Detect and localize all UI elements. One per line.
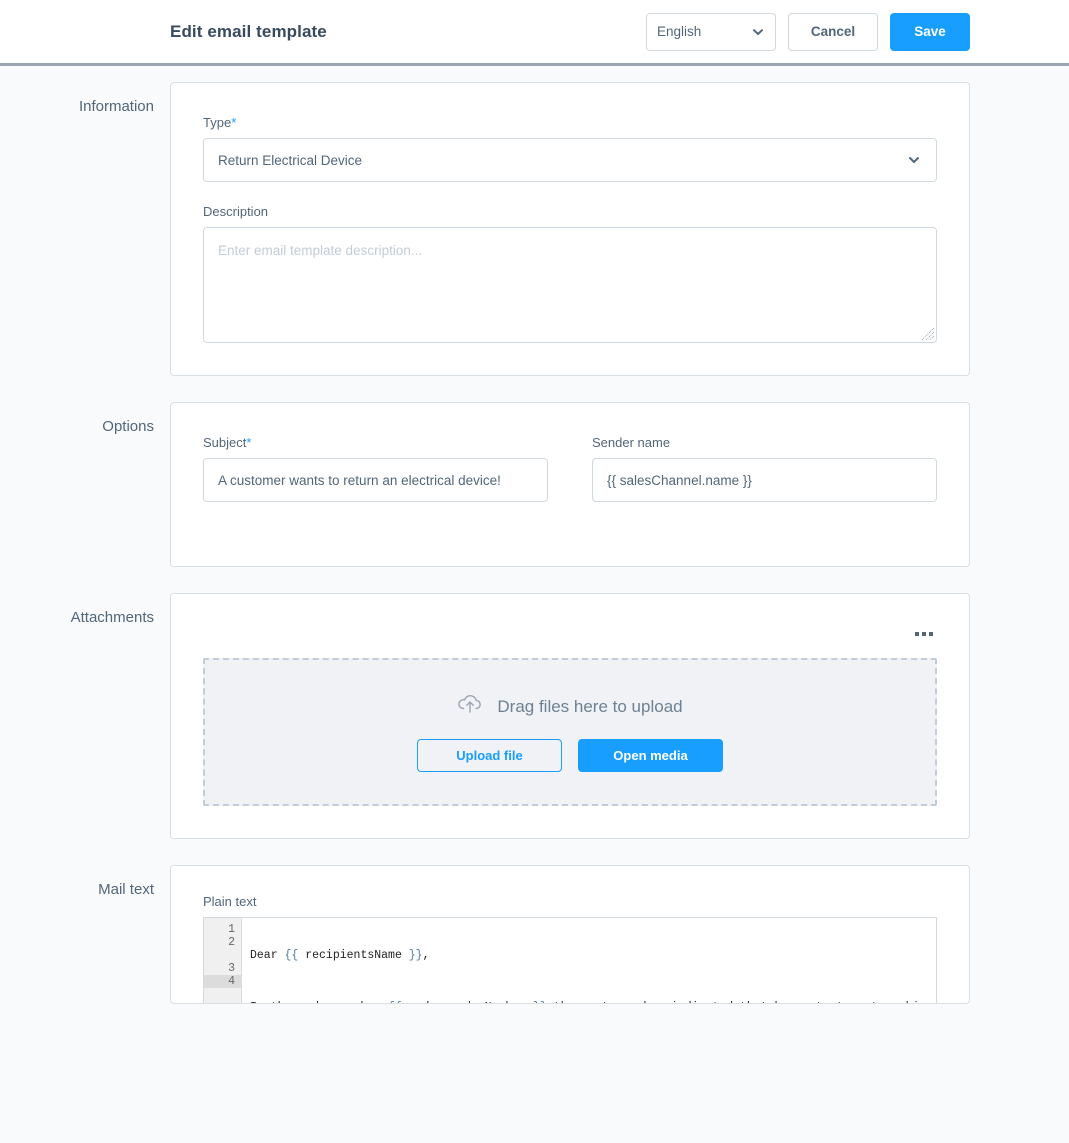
sender-name-input[interactable] (592, 458, 937, 502)
gutter-line-number: 1 (228, 923, 235, 936)
upload-file-button[interactable]: Upload file (417, 739, 562, 772)
type-required-mark: * (231, 115, 237, 130)
mail-text-section-label: Mail text (98, 881, 154, 898)
code-line: In the order number {{ order.orderNumber… (242, 1001, 936, 1003)
type-select-value: Return Electrical Device (218, 152, 363, 168)
type-label: Type* (203, 115, 937, 130)
description-textarea-wrap (203, 227, 937, 343)
gutter-line-number: 2 (228, 936, 235, 949)
save-button[interactable]: Save (890, 12, 970, 51)
editor-gutter: 1 2 3 4 (204, 918, 242, 1003)
sender-name-field: Sender name (592, 435, 937, 502)
information-section: Information Type* Return Electrical Devi… (0, 82, 1069, 376)
code-text: Dear (250, 949, 285, 962)
information-section-label: Information (78, 98, 154, 115)
subject-input[interactable] (203, 458, 548, 502)
dropzone-actions: Upload file Open media (417, 739, 723, 772)
smart-bar: Edit email template English Cancel Save (0, 0, 1069, 66)
attachments-section: Attachments Drag files here to upload Up… (0, 593, 1069, 839)
chevron-down-icon (906, 152, 922, 168)
gutter-line-wrap (204, 949, 241, 962)
language-select[interactable]: English (646, 12, 776, 51)
sender-name-label: Sender name (592, 435, 671, 450)
code-text: In the order number (250, 1001, 388, 1003)
mail-text-section: Mail text Plain text 1 2 3 4 Dear {{ rec… (0, 865, 1069, 1004)
type-select[interactable]: Return Electrical Device (203, 138, 937, 182)
code-line: Dear {{ recipientsName }}, (242, 949, 936, 962)
code-brace-close: }} (408, 949, 423, 962)
description-textarea[interactable] (203, 227, 937, 343)
information-card: Type* Return Electrical Device Descripti… (170, 82, 970, 376)
page-title: Edit email template (170, 21, 327, 41)
gutter-line-number: 4 (204, 975, 241, 988)
type-field: Type* Return Electrical Device (203, 115, 937, 182)
dropzone-message: Drag files here to upload (457, 692, 683, 721)
plain-text-code-editor[interactable]: 1 2 3 4 Dear {{ recipientsName }}, In th… (203, 917, 937, 1003)
code-brace-close: }} (533, 1001, 547, 1003)
ellipsis-horizontal-icon[interactable] (911, 621, 937, 647)
chevron-down-icon (751, 25, 765, 39)
options-section: Options Subject* Sender name (0, 402, 1069, 567)
options-columns: Subject* Sender name (203, 435, 937, 502)
attachments-toolbar (203, 614, 937, 654)
subject-field: Subject* (203, 435, 548, 502)
options-section-label: Options (102, 418, 154, 435)
options-card: Subject* Sender name (170, 402, 970, 567)
plain-text-label: Plain text (203, 894, 257, 909)
file-dropzone[interactable]: Drag files here to upload Upload file Op… (203, 658, 937, 806)
gutter-line-number: 3 (228, 962, 235, 975)
subject-required-mark: * (246, 435, 252, 450)
code-brace-open: {{ (388, 1001, 402, 1003)
open-media-button[interactable]: Open media (578, 739, 723, 772)
page-content: Information Type* Return Electrical Devi… (0, 66, 1069, 1004)
subject-label-text: Subject (203, 435, 247, 450)
cancel-button[interactable]: Cancel (788, 12, 878, 51)
attachments-section-label: Attachments (70, 609, 154, 626)
code-text-post: , (422, 949, 430, 962)
code-variable: recipientsName (298, 949, 409, 962)
description-label: Description (203, 204, 269, 219)
code-variable: order.orderNumber (402, 1001, 533, 1003)
editor-code-area[interactable]: Dear {{ recipientsName }}, In the order … (242, 918, 936, 1003)
cloud-upload-icon (457, 692, 483, 721)
smart-bar-actions: English Cancel Save (646, 12, 970, 51)
mail-text-card: Plain text 1 2 3 4 Dear {{ recipientsNam… (170, 865, 970, 1004)
language-select-value: English (657, 24, 702, 39)
code-brace-open: {{ (284, 949, 299, 962)
type-label-text: Type (203, 115, 232, 130)
attachments-card: Drag files here to upload Upload file Op… (170, 593, 970, 839)
dropzone-text: Drag files here to upload (497, 696, 683, 716)
description-field: Description (203, 204, 937, 343)
subject-label: Subject* (203, 435, 548, 450)
